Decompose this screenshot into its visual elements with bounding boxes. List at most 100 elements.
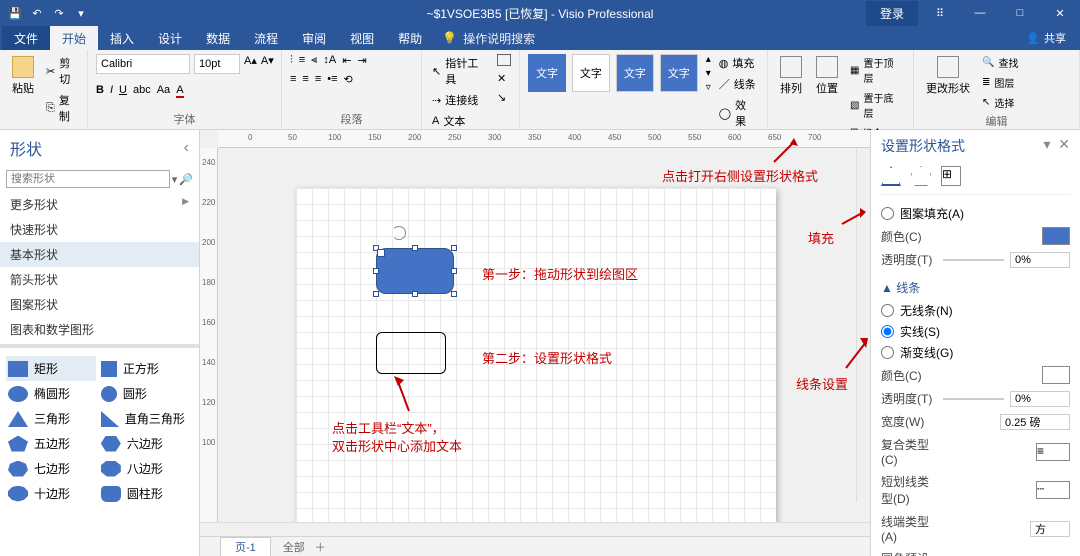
cat-arrow-shapes[interactable]: 箭头形状 [0,267,199,292]
solid-line-radio[interactable]: 实线(S) [881,321,1070,342]
font-color-button[interactable]: A [176,84,183,98]
align-button[interactable]: 排列 [776,54,806,98]
font-case-button[interactable]: Aa [157,84,170,98]
ribbon-options-icon[interactable]: ⠿ [920,0,960,26]
shape-right-triangle[interactable]: 直角三角形 [99,406,189,431]
shape-ellipse[interactable]: 椭圆形 [6,381,96,406]
font-size-select[interactable] [194,54,240,74]
scrollbar-vertical[interactable] [856,148,870,502]
connector-tool-button[interactable]: ⇢连接线 [430,91,491,109]
cat-quick-shapes[interactable]: 快速形状 [0,217,199,242]
pane-options-icon[interactable]: ▾ [1043,136,1050,152]
shape-heptagon[interactable]: 七边形 [6,456,96,481]
change-shape-button[interactable]: 更改形状 [922,54,974,98]
cap-type-dropdown[interactable] [1030,521,1070,537]
tab-file[interactable]: 文件 [2,26,50,50]
rectangle-tool-icon[interactable] [497,54,511,66]
paste-button[interactable]: 粘贴 [8,54,38,98]
tab-data[interactable]: 数据 [194,26,242,50]
indent-inc-icon[interactable]: ⇥ [357,54,366,67]
effects-tab-icon[interactable] [911,166,931,186]
pointer-tool-button[interactable]: ↖指针工具 [430,54,491,88]
redo-icon[interactable]: ↷ [52,6,66,20]
close-button[interactable]: ✕ [1040,0,1080,26]
copy-button[interactable]: ⎘复制 [44,91,79,125]
tab-help[interactable]: 帮助 [386,26,434,50]
minimize-button[interactable]: — [960,0,1000,26]
rectangle-shape[interactable] [376,332,446,374]
align-center-icon[interactable]: ≡ [302,73,308,86]
fill-color-swatch[interactable] [1042,227,1070,245]
add-page-icon[interactable]: ＋ [315,539,326,555]
font-name-select[interactable] [96,54,190,74]
grow-font-icon[interactable]: A▴ [244,54,257,74]
layer-button[interactable]: ≣图层 [980,74,1020,91]
pattern-fill-radio[interactable]: 图案填充(A) [881,203,1070,224]
tools-launcher-icon[interactable]: ↘ [497,91,511,104]
shapes-pane-collapse-icon[interactable]: ‹ [184,139,189,157]
text-direction-icon[interactable]: ↕A [323,54,336,67]
tab-insert[interactable]: 插入 [98,26,146,50]
find-button[interactable]: 🔍查找 [980,54,1020,71]
shape-cylinder[interactable]: 圆柱形 [99,481,189,506]
shrink-font-icon[interactable]: A▾ [261,54,274,74]
tab-view[interactable]: 视图 [338,26,386,50]
select-button[interactable]: ↖选择 [980,94,1020,111]
search-shapes-input[interactable] [6,170,170,188]
bullets-icon[interactable]: •≡ [327,73,337,86]
line-width-input[interactable] [1000,414,1070,430]
line-color-swatch[interactable] [1042,366,1070,384]
search-icon[interactable]: 🔎 [179,173,193,186]
page-paper[interactable]: 第一步：拖动形状到绘图区 第二步：设置形状格式 点击工具栏“文本”， 双击形状中… [296,188,776,522]
shape-square[interactable]: 正方形 [99,356,189,381]
save-icon[interactable]: 💾 [8,6,22,20]
shape-circle[interactable]: 圆形 [99,381,189,406]
cut-button[interactable]: ✂剪切 [44,54,79,88]
effect-button[interactable]: ◯效果 [717,96,759,130]
cat-math-shapes[interactable]: 图表和数学图形 [0,317,199,342]
undo-icon[interactable]: ↶ [30,6,44,20]
transparency-slider[interactable] [943,259,1004,261]
align-middle-icon[interactable]: ≡ [299,54,305,67]
align-top-icon[interactable]: ⫶ [290,54,293,67]
italic-button[interactable]: I [110,84,113,98]
freeform-tool-icon[interactable]: ✕ [497,72,511,85]
underline-button[interactable]: U [119,84,127,98]
tab-home[interactable]: 开始 [50,26,98,50]
line-transparency-slider[interactable] [943,398,1004,400]
shape-rectangle[interactable]: 矩形 [6,356,96,381]
style-preset-2[interactable]: 文字 [572,54,610,92]
position-button[interactable]: 位置 [812,54,842,98]
fill-button[interactable]: ◍填充 [717,54,759,72]
drawing-surface[interactable]: 第一步：拖动形状到绘图区 第二步：设置形状格式 点击工具栏“文本”， 双击形状中… [218,148,870,522]
align-left-icon[interactable]: ≡ [290,73,296,86]
rotate-text-icon[interactable]: ⟲ [344,73,353,86]
style-gallery-more-icon[interactable]: ▿ [706,82,711,93]
tab-design[interactable]: 设计 [146,26,194,50]
bold-button[interactable]: B [96,84,104,98]
line-button[interactable]: ／线条 [717,75,759,93]
shape-decagon[interactable]: 十边形 [6,481,96,506]
transparency-input[interactable] [1010,252,1070,268]
shape-pentagon[interactable]: 五边形 [6,431,96,456]
qat-more-icon[interactable]: ▾ [74,6,88,20]
shape-octagon[interactable]: 八边形 [99,456,189,481]
all-pages-button[interactable]: 全部 [283,539,305,555]
cat-basic-shapes[interactable]: 基本形状 [0,242,199,267]
shape-hexagon[interactable]: 六边形 [99,431,189,456]
compound-type-dropdown[interactable]: ≡ [1036,443,1070,461]
cat-pattern-shapes[interactable]: 图案形状 [0,292,199,317]
tab-process[interactable]: 流程 [242,26,290,50]
shape-triangle[interactable]: 三角形 [6,406,96,431]
login-button[interactable]: 登录 [866,1,918,26]
rotation-handle-icon[interactable] [392,226,406,240]
align-right-icon[interactable]: ≡ [315,73,321,86]
scrollbar-horizontal[interactable] [200,522,870,536]
tab-review[interactable]: 审阅 [290,26,338,50]
style-preset-3[interactable]: 文字 [616,54,654,92]
style-preset-4[interactable]: 文字 [660,54,698,92]
style-preset-1[interactable]: 文字 [528,54,566,92]
dash-type-dropdown[interactable]: ┄ [1036,481,1070,499]
gradient-line-radio[interactable]: 渐变线(G) [881,342,1070,363]
cat-more-shapes[interactable]: 更多形状▶ [0,192,199,217]
